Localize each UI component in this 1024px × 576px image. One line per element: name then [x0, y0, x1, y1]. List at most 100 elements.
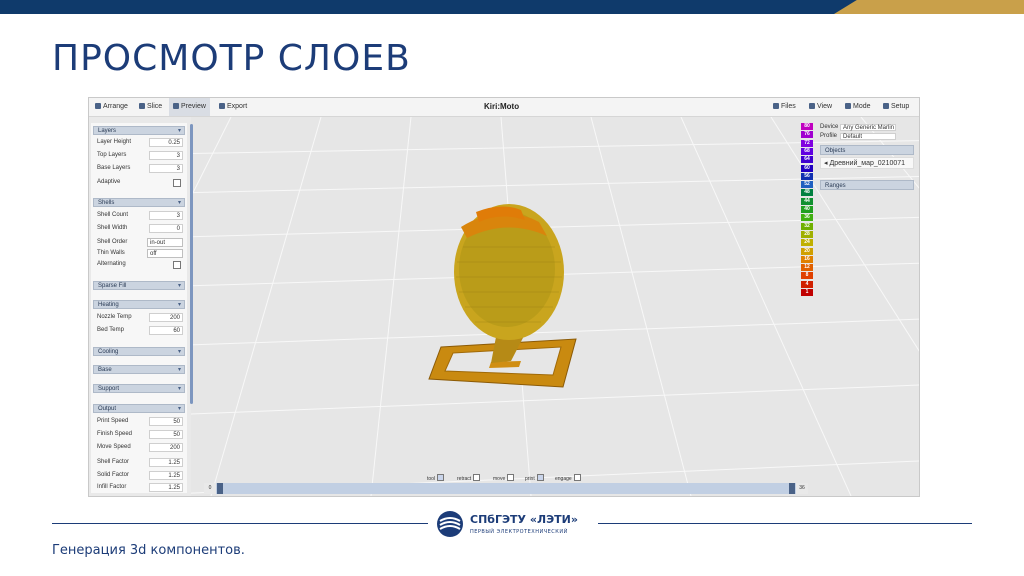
section-ranges[interactable]: Ranges — [820, 180, 914, 190]
section-objects[interactable]: Objects — [820, 145, 914, 155]
shell-order-select[interactable]: in-out — [147, 238, 183, 247]
bed-temp-input[interactable]: 60 — [149, 326, 183, 335]
finish-speed-row: Finish Speed 50 — [95, 429, 185, 440]
section-output[interactable]: Output ▾ — [93, 404, 185, 413]
alternating-checkbox[interactable] — [173, 261, 181, 269]
move-speed-input[interactable]: 200 — [149, 443, 183, 452]
solid-factor-input[interactable]: 1.25 — [149, 471, 183, 480]
mode-icon — [845, 103, 851, 109]
section-heating[interactable]: Heating ▾ — [93, 300, 185, 309]
shell-factor-input[interactable]: 1.25 — [149, 458, 183, 467]
nozzle-temp-row: Nozzle Temp 200 — [95, 312, 185, 323]
slider-min-label: 0 — [204, 483, 216, 494]
slider-max-label: 36 — [796, 483, 808, 494]
footer-line-right — [598, 523, 972, 524]
slider-high-handle[interactable] — [789, 483, 795, 494]
footer-line-left — [52, 523, 428, 524]
layer-swatch: 32 — [801, 222, 813, 230]
layer-swatch: 44 — [801, 197, 813, 205]
device-select[interactable]: Any Generic Marlin — [840, 124, 896, 131]
nozzle-temp-input[interactable]: 200 — [149, 313, 183, 322]
tool-checkbox[interactable] — [437, 474, 445, 481]
eye-icon — [809, 103, 815, 109]
slider-low-handle[interactable] — [217, 483, 223, 494]
profile-select[interactable]: Default — [840, 133, 896, 140]
section-sparse-fill[interactable]: Sparse Fill ▾ — [93, 281, 185, 290]
menu-view[interactable]: View — [805, 98, 836, 116]
print-speed-input[interactable]: 50 — [149, 417, 183, 426]
layer-swatch: 72 — [801, 139, 813, 147]
layer-range-slider[interactable]: 0 36 — [204, 483, 808, 494]
bed-temp-row: Bed Temp 60 — [95, 325, 185, 336]
thin-walls-row: Thin Walls off — [95, 248, 185, 259]
alternating-row: Alternating — [95, 259, 185, 270]
print-checkbox[interactable] — [536, 474, 544, 481]
arrange-icon — [95, 103, 101, 109]
layer-swatch: 24 — [801, 239, 813, 247]
top-toolbar: Arrange Slice Preview Export Kiri:Moto F… — [89, 98, 919, 117]
adaptive-row: Adaptive — [95, 177, 185, 188]
shell-width-input[interactable]: 0 — [149, 224, 183, 233]
top-layers-row: Top Layers 3 — [95, 150, 185, 161]
profile-row: Profile — [820, 133, 838, 139]
move-speed-row: Move Speed 200 — [95, 442, 185, 453]
top-layers-input[interactable]: 3 — [149, 151, 183, 160]
thin-walls-select[interactable]: off — [147, 249, 183, 258]
layer-swatch: 48 — [801, 189, 813, 197]
tab-slice[interactable]: Slice — [135, 98, 166, 116]
chevron-down-icon: ▾ — [177, 302, 181, 308]
option-tool[interactable]: tool — [427, 474, 445, 483]
tab-preview[interactable]: Preview — [169, 98, 210, 116]
retract-checkbox[interactable] — [473, 474, 481, 481]
solid-factor-row: Solid Factor 1.25 — [95, 470, 185, 481]
chevron-down-icon: ▾ — [177, 349, 181, 355]
section-base[interactable]: Base ▾ — [93, 365, 185, 374]
option-retract[interactable]: retract — [457, 474, 481, 483]
shell-width-row: Shell Width 0 — [95, 223, 185, 234]
section-layers[interactable]: Layers ▾ — [93, 126, 185, 135]
layer-swatch: 52 — [801, 181, 813, 189]
layer-swatch: 60 — [801, 164, 813, 172]
menu-setup[interactable]: Setup — [879, 98, 913, 116]
engage-checkbox[interactable] — [573, 474, 581, 481]
layer-height-row: Layer Height 0.25 — [95, 137, 185, 148]
chevron-down-icon: ▾ — [177, 128, 181, 134]
object-item[interactable]: ◂ Древний_мар_0210071 — [820, 157, 914, 169]
tab-arrange[interactable]: Arrange — [91, 98, 132, 116]
layer-swatch: 20 — [801, 247, 813, 255]
chevron-down-icon: ▾ — [177, 406, 181, 412]
section-cooling[interactable]: Cooling ▾ — [93, 347, 185, 356]
section-shells[interactable]: Shells ▾ — [93, 198, 185, 207]
layer-swatch: 80 — [801, 123, 813, 130]
right-panel: Device Any Generic Marlin Profile Defaul… — [818, 121, 916, 200]
section-support[interactable]: Support ▾ — [93, 384, 185, 393]
shell-count-input[interactable]: 3 — [149, 211, 183, 220]
layer-swatch: 4 — [801, 280, 813, 288]
banner-accent — [834, 0, 1024, 14]
app-brand: Kiri:Moto — [484, 102, 520, 111]
logo-name: СПбГЭТУ «ЛЭТИ» — [470, 513, 578, 526]
shell-factor-row: Shell Factor 1.25 — [95, 457, 185, 468]
layer-swatch: 28 — [801, 230, 813, 238]
layer-swatch: 68 — [801, 147, 813, 155]
option-engage[interactable]: engage — [555, 474, 581, 483]
infill-factor-input[interactable]: 1.25 — [149, 483, 183, 492]
base-layers-input[interactable]: 3 — [149, 164, 183, 173]
device-row: Device — [820, 124, 839, 130]
layer-height-input[interactable]: 0.25 — [149, 138, 183, 147]
menu-mode[interactable]: Mode — [841, 98, 875, 116]
option-print[interactable]: print — [525, 474, 544, 483]
kirimoto-screenshot: Arrange Slice Preview Export Kiri:Moto F… — [88, 97, 920, 497]
finish-speed-input[interactable]: 50 — [149, 430, 183, 439]
shell-order-row: Shell Order in-out — [95, 237, 185, 248]
settings-scrollbar[interactable] — [190, 124, 193, 404]
move-checkbox[interactable] — [507, 474, 515, 481]
adaptive-checkbox[interactable] — [173, 179, 181, 187]
print-speed-row: Print Speed 50 — [95, 416, 185, 427]
tab-export[interactable]: Export — [215, 98, 251, 116]
menu-files[interactable]: Files — [769, 98, 800, 116]
option-move[interactable]: move — [493, 474, 515, 483]
export-icon — [219, 103, 225, 109]
layer-swatch: 36 — [801, 214, 813, 222]
university-logo: СПбГЭТУ «ЛЭТИ» ПЕРВЫЙ ЭЛЕКТРОТЕХНИЧЕСКИЙ — [436, 510, 596, 540]
